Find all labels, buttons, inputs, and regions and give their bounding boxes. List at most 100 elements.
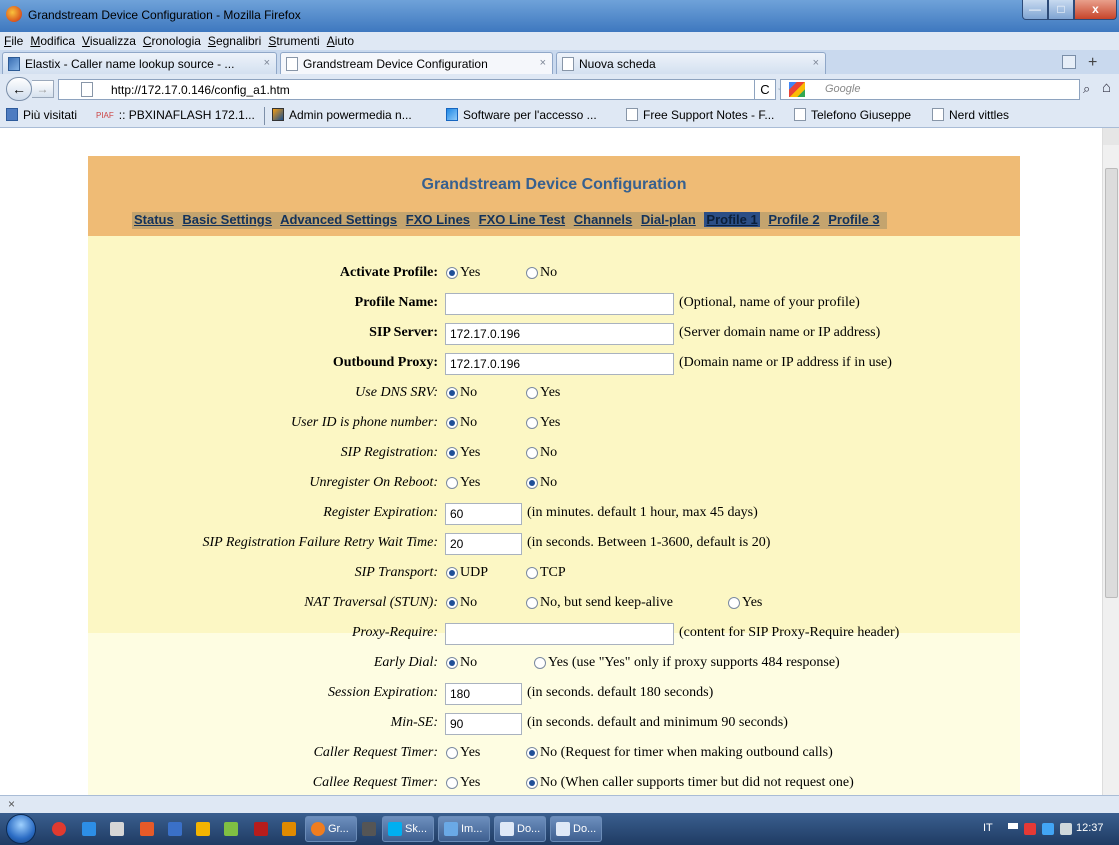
radio-button[interactable] (526, 477, 538, 489)
radio-button[interactable] (526, 747, 538, 759)
radio-button[interactable] (446, 597, 458, 609)
radio-button[interactable] (446, 417, 458, 429)
tab-elastix[interactable]: Elastix - Caller name lookup source - ..… (2, 52, 277, 74)
opera-icon[interactable] (52, 822, 66, 836)
radio-button[interactable] (526, 777, 538, 789)
text-input[interactable]: 60 (445, 503, 522, 525)
bookmark-pbxinaflash[interactable]: PIAF:: PBXINAFLASH 172.1... (96, 108, 255, 124)
menu-aiuto[interactable]: Aiuto (323, 32, 357, 48)
scrollbar-thumb[interactable] (1105, 168, 1118, 598)
radio-button[interactable] (526, 417, 538, 429)
nav-fxo-line-test[interactable]: FXO Line Test (479, 212, 565, 227)
radio-button[interactable] (446, 477, 458, 489)
radio-button[interactable] (446, 777, 458, 789)
tab-close-icon[interactable]: × (813, 57, 819, 69)
start-button[interactable] (6, 814, 36, 844)
taskbar-firefox[interactable]: Gr... (305, 816, 357, 842)
site-identity-icon[interactable] (81, 82, 93, 97)
text-input[interactable] (445, 623, 674, 645)
tab-new-page[interactable]: Nuova scheda × (556, 52, 826, 74)
text-input[interactable]: 172.17.0.196 (445, 323, 674, 345)
close-button[interactable]: x (1074, 0, 1117, 20)
maximize-button[interactable]: □ (1048, 0, 1074, 20)
home-icon[interactable]: ⌂ (1102, 79, 1111, 96)
bookmark-most-visited[interactable]: Più visitati (6, 108, 77, 122)
radio-button[interactable] (534, 657, 546, 669)
text-input[interactable] (445, 293, 674, 315)
text-input[interactable]: 20 (445, 533, 522, 555)
tab-grandstream[interactable]: Grandstream Device Configuration × (280, 52, 553, 74)
forward-button[interactable]: → (32, 80, 54, 98)
radio-button[interactable] (446, 747, 458, 759)
radio-button[interactable] (446, 567, 458, 579)
url-bar[interactable]: http://172.17.0.146/config_a1.htm ☆ ▾ (58, 79, 802, 100)
radio-button[interactable] (526, 567, 538, 579)
radio-button[interactable] (728, 597, 740, 609)
nav-status[interactable]: Status (134, 212, 174, 227)
nav-fxo-lines[interactable]: FXO Lines (406, 212, 470, 227)
folder-icon[interactable] (196, 822, 210, 836)
app-icon[interactable] (224, 822, 238, 836)
media-icon[interactable] (140, 822, 154, 836)
nav-advanced-settings[interactable]: Advanced Settings (280, 212, 397, 227)
app-icon[interactable] (362, 822, 376, 836)
tray-expand-icon[interactable] (1008, 823, 1018, 829)
filezilla-icon[interactable] (254, 822, 268, 836)
vertical-scrollbar[interactable] (1102, 128, 1119, 795)
menu-modifica[interactable]: Modifica (26, 32, 78, 48)
url-text[interactable]: http://172.17.0.146/config_a1.htm (111, 83, 290, 97)
text-input[interactable]: 180 (445, 683, 522, 705)
menu-cronologia[interactable]: Cronologia (139, 32, 204, 48)
radio-button[interactable] (446, 447, 458, 459)
nav-profile-2[interactable]: Profile 2 (768, 212, 819, 227)
search-input[interactable]: Google (780, 79, 1080, 100)
new-tab-button[interactable]: + (1088, 54, 1097, 72)
radio-button[interactable] (526, 447, 538, 459)
nav-profile-3[interactable]: Profile 3 (828, 212, 879, 227)
tray-app-icon[interactable] (1042, 823, 1054, 835)
clock[interactable]: 12:37 (1076, 822, 1104, 834)
search-icon[interactable]: ⌕ (1083, 81, 1090, 97)
bookmark-telefono-giuseppe[interactable]: Telefono Giuseppe (794, 108, 911, 122)
app-icon[interactable] (82, 822, 96, 836)
nav-basic-settings[interactable]: Basic Settings (182, 212, 272, 227)
radio-button[interactable] (526, 597, 538, 609)
close-findbar-icon[interactable]: × (8, 797, 15, 811)
text-input[interactable]: 90 (445, 713, 522, 735)
tray-app-icon[interactable] (1024, 823, 1036, 835)
google-icon[interactable] (789, 82, 805, 97)
bookmark-software[interactable]: Software per l'accesso ... (446, 108, 597, 122)
menu-segnalibri[interactable]: Segnalibri (204, 32, 264, 48)
reload-button[interactable]: C (754, 79, 776, 100)
text-input[interactable]: 172.17.0.196 (445, 353, 674, 375)
menu-file[interactable]: File (0, 32, 26, 48)
taskbar-document-1[interactable]: Do... (494, 816, 546, 842)
language-indicator[interactable]: IT (983, 822, 993, 834)
taskbar-document-2[interactable]: Do... (550, 816, 602, 842)
app-icon[interactable] (168, 822, 182, 836)
radio-button[interactable] (526, 387, 538, 399)
volume-icon[interactable] (1060, 823, 1072, 835)
menu-visualizza[interactable]: Visualizza (78, 32, 139, 48)
tab-list-icon[interactable] (1062, 55, 1076, 69)
radio-button[interactable] (446, 267, 458, 279)
radio-button[interactable] (446, 387, 458, 399)
nav-profile-1[interactable]: Profile 1 (704, 212, 760, 227)
taskbar-skype[interactable]: Sk... (382, 816, 434, 842)
network-icon[interactable] (110, 822, 124, 836)
menu-strumenti[interactable]: Strumenti (264, 32, 322, 48)
tab-close-icon[interactable]: × (264, 57, 270, 69)
app-icon[interactable] (282, 822, 296, 836)
minimize-button[interactable]: — (1022, 0, 1048, 20)
nav-dial-plan[interactable]: Dial-plan (641, 212, 696, 227)
bookmark-nerd-vittles[interactable]: Nerd vittles (932, 108, 1009, 122)
back-button[interactable]: ← (6, 77, 32, 101)
scroll-up-button[interactable] (1103, 128, 1119, 145)
tab-close-icon[interactable]: × (540, 57, 546, 69)
nav-channels[interactable]: Channels (574, 212, 633, 227)
radio-button[interactable] (446, 657, 458, 669)
bookmark-free-support-notes[interactable]: Free Support Notes - F... (626, 108, 774, 122)
radio-button[interactable] (526, 267, 538, 279)
taskbar-images[interactable]: Im... (438, 816, 490, 842)
bookmark-admin-powermedia[interactable]: Admin powermedia n... (272, 108, 412, 122)
